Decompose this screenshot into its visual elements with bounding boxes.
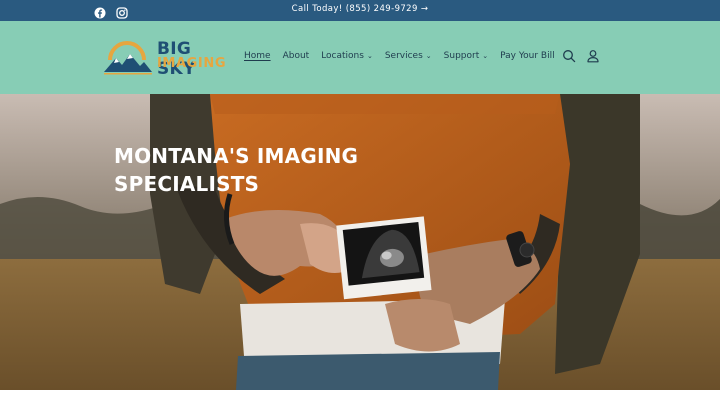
header-icons [562,48,600,63]
arrow-right-icon: → [420,4,429,14]
hero-heading-line1: MONTANA'S IMAGING [114,144,359,168]
chevron-down-icon: ⌄ [366,52,373,60]
chevron-down-icon: ⌄ [425,52,432,60]
nav-item-label: Home [244,51,271,61]
page-bottom-strip [0,390,720,397]
announcement-bar: Call Today! (855) 249-9729 → [0,0,720,21]
mountain-sun-icon [104,41,152,75]
brand-name-line2: IMAGING [157,56,227,71]
brand-logo[interactable]: BIG SKY IMAGING [102,38,225,79]
chevron-down-icon: ⌄ [482,52,489,60]
nav-item-label: Support [443,51,480,61]
nav-item-label: Locations [321,51,364,61]
hero-banner: MONTANA'S IMAGING SPECIALISTS [0,94,720,390]
nav-item-label: Pay Your Bill [500,51,555,61]
nav-item-services[interactable]: Services ⌄ [379,49,438,63]
nav-item-about[interactable]: About [277,49,316,63]
nav-item-support[interactable]: Support ⌄ [438,49,494,63]
announcement-text: Call Today! (855) 249-9729 [291,4,418,14]
nav-item-label: About [282,51,310,61]
call-today-link[interactable]: Call Today! (855) 249-9729 → [0,4,720,14]
hero-heading: MONTANA'S IMAGING SPECIALISTS [114,142,414,198]
nav-item-label: Services [384,51,423,61]
nav-item-home[interactable]: Home [243,49,277,63]
site-header: BIG SKY IMAGING Home About Locations ⌄ S… [0,21,720,94]
hero-photo [0,94,720,390]
nav-item-pay-your-bill[interactable]: Pay Your Bill [494,49,560,63]
account-icon[interactable] [586,48,600,63]
search-icon[interactable] [562,48,576,63]
hero-heading-line2: SPECIALISTS [114,172,260,196]
nav-item-locations[interactable]: Locations ⌄ [315,49,379,63]
main-nav: Home About Locations ⌄ Services ⌄ Suppor… [243,49,561,63]
